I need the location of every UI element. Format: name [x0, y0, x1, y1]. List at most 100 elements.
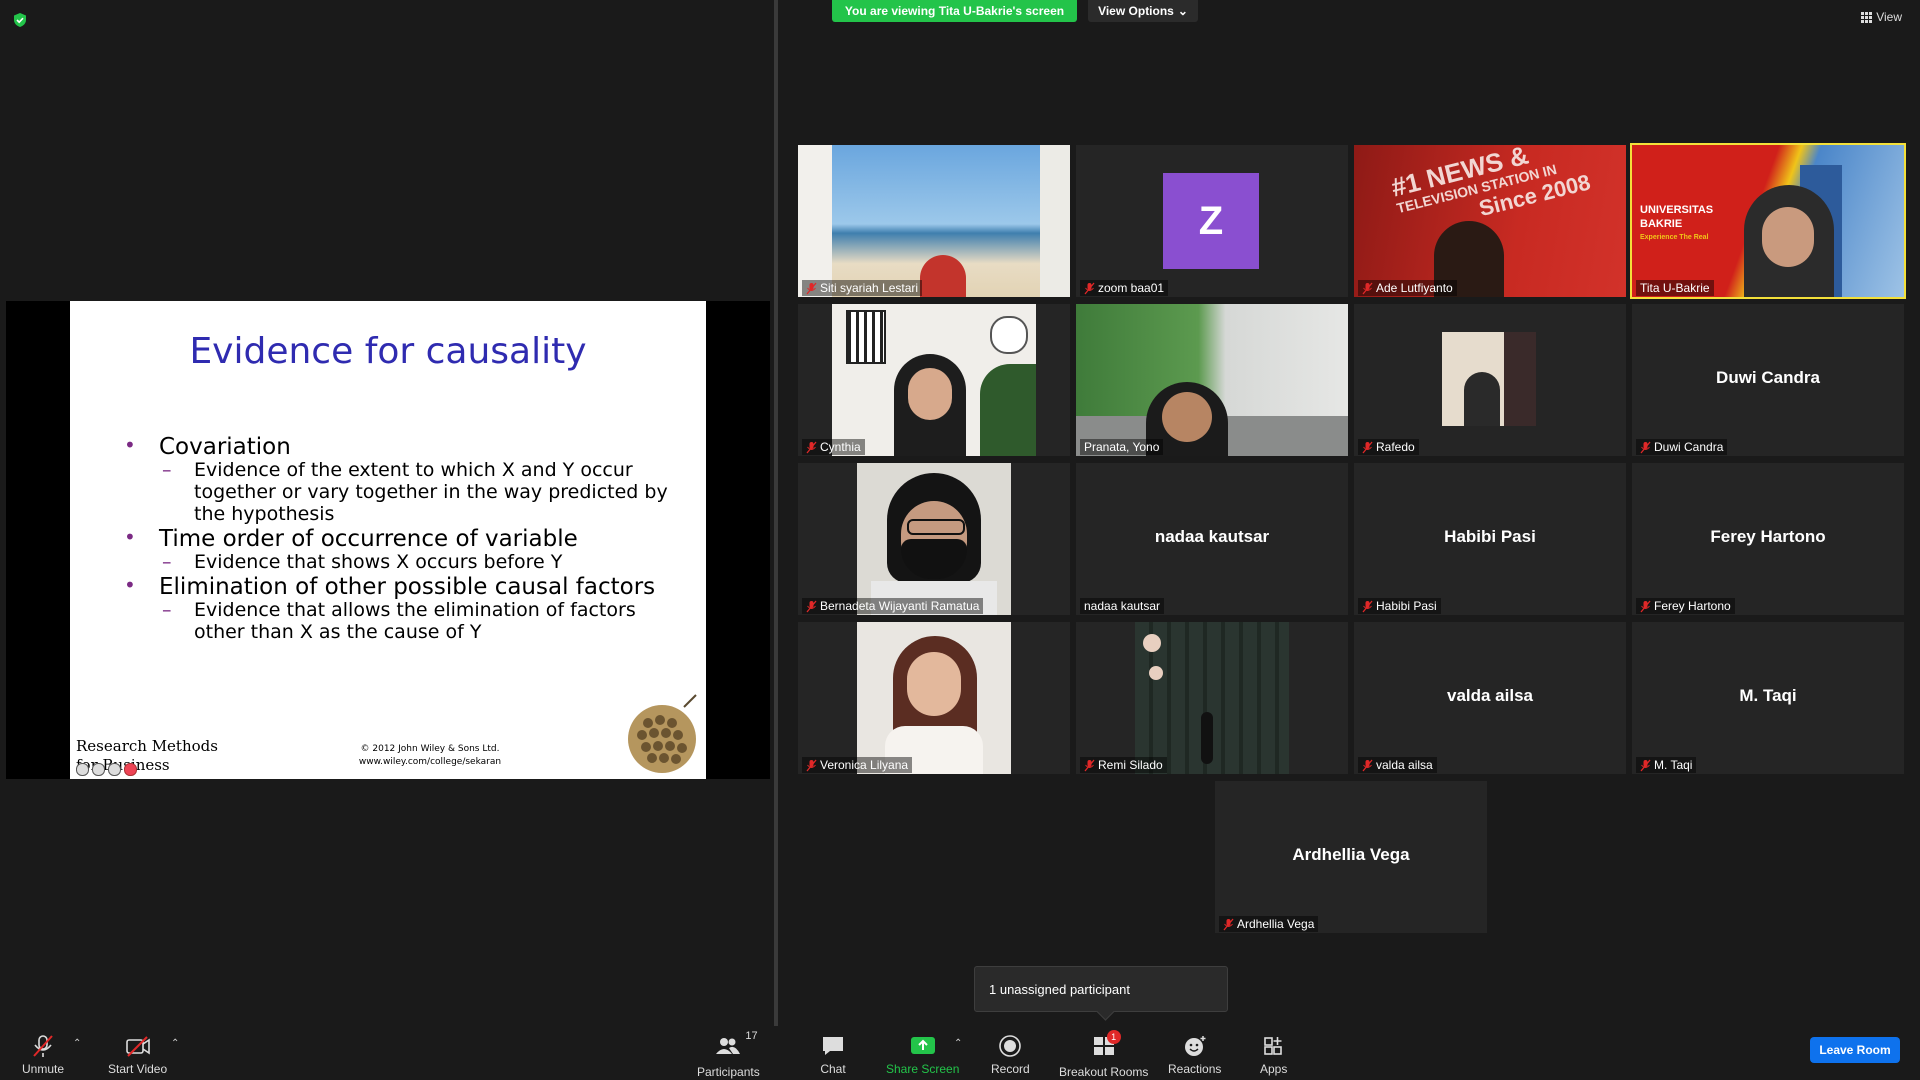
- participant-tile[interactable]: Veronica Lilyana: [798, 622, 1070, 774]
- wall-art: [846, 310, 886, 364]
- start-video-button[interactable]: Start Video: [108, 1034, 167, 1076]
- participants-button[interactable]: 17 Participants: [697, 1030, 760, 1079]
- participant-face: [1162, 392, 1212, 442]
- participant-name: nadaa kautsar: [1084, 599, 1161, 613]
- leave-room-button[interactable]: Leave Room: [1810, 1037, 1900, 1063]
- mic-muted-icon: [806, 600, 817, 612]
- annotate-icon[interactable]: [76, 763, 89, 776]
- participant-name-label: Cynthia: [802, 439, 865, 455]
- apps-button[interactable]: Apps: [1260, 1034, 1287, 1076]
- pen-icon[interactable]: [108, 763, 121, 776]
- view-label: View: [1876, 10, 1902, 24]
- participant-tile[interactable]: Siti syariah Lestari: [798, 145, 1070, 297]
- breakout-icon-wrap: 1: [1091, 1030, 1121, 1061]
- participant-display-name: Ardhellia Vega: [1292, 845, 1410, 864]
- record-button[interactable]: Record: [991, 1034, 1030, 1076]
- background-text-line: UNIVERSITAS: [1640, 204, 1714, 216]
- participant-tile[interactable]: nadaa kautsar nadaa kautsar: [1076, 463, 1348, 615]
- participant-tile[interactable]: valda ailsa valda ailsa: [1354, 622, 1626, 774]
- participant-tile[interactable]: Bernadeta Wijayanti Ramatua: [798, 463, 1070, 615]
- mic-muted-icon: [806, 759, 817, 771]
- mic-muted-icon: [1223, 918, 1234, 930]
- background-text-line: BAKRIE: [1640, 218, 1683, 230]
- chat-button[interactable]: Chat: [820, 1034, 846, 1076]
- background-text-line: Experience The Real: [1640, 234, 1709, 241]
- unassigned-participant-tooltip[interactable]: 1 unassigned participant: [974, 966, 1228, 1012]
- participant-display-name: Duwi Candra: [1716, 368, 1820, 387]
- view-layout-button[interactable]: View: [1861, 10, 1902, 24]
- participant-tile[interactable]: Z zoom baa01: [1076, 145, 1348, 297]
- participant-name-label: Bernadeta Wijayanti Ramatua: [802, 598, 984, 614]
- share-options-caret[interactable]: ⌃: [954, 1038, 962, 1049]
- participant-name: Pranata, Yono: [1084, 440, 1160, 454]
- participant-display-name: valda ailsa: [1446, 686, 1533, 705]
- mic-muted-icon: [1362, 759, 1373, 771]
- participant-tile-active-speaker[interactable]: UNIVERSITAS BAKRIE Experience The Real T…: [1630, 143, 1906, 299]
- participant-face: [1762, 207, 1814, 267]
- participant-name: Rafedo: [1376, 440, 1415, 454]
- meeting-toolbar: Unmute ⌃ Start Video ⌃ 17 Participants C…: [0, 1026, 1920, 1080]
- view-options-button[interactable]: View Options ⌄: [1088, 0, 1198, 22]
- clock-icon: [990, 316, 1028, 354]
- plant: [980, 364, 1036, 456]
- copyright-text: © 2012 John Wiley & Sons Ltd.: [360, 744, 500, 754]
- pointer-icon[interactable]: [92, 763, 105, 776]
- participant-name-label: Pranata, Yono: [1080, 439, 1164, 455]
- reactions-button[interactable]: Reactions: [1168, 1034, 1221, 1076]
- mic-muted-icon: [1640, 441, 1651, 453]
- audio-options-caret[interactable]: ⌃: [73, 1038, 81, 1049]
- participant-face: [908, 368, 952, 420]
- participant-tile[interactable]: Pranata, Yono: [1076, 304, 1348, 456]
- participant-tile[interactable]: Rafedo: [1354, 304, 1626, 456]
- mic-muted-icon: [806, 441, 817, 453]
- participant-tile[interactable]: Cynthia: [798, 304, 1070, 456]
- participant-tile[interactable]: #1 NEWS & TELEVISION STATION IN Since 20…: [1354, 145, 1626, 297]
- unmute-button[interactable]: Unmute: [22, 1034, 64, 1076]
- participant-name-label: zoom baa01: [1080, 280, 1169, 296]
- publisher-url: www.wiley.com/college/sekaran: [358, 757, 502, 767]
- participants-count: 17: [745, 1030, 758, 1042]
- security-shield-icon[interactable]: [12, 12, 28, 28]
- annotation-tools[interactable]: [76, 763, 137, 776]
- chat-label: Chat: [820, 1062, 846, 1076]
- participant-name: Duwi Candra: [1654, 440, 1724, 454]
- participant-tile[interactable]: Ardhellia Vega Ardhellia Vega: [1215, 781, 1487, 933]
- doorway: [1504, 332, 1536, 426]
- participant-name: Siti syariah Lestari: [820, 281, 919, 295]
- participant-name-label: Siti syariah Lestari: [802, 280, 923, 296]
- close-annotation-icon[interactable]: [124, 763, 137, 776]
- participant-tile[interactable]: M. Taqi M. Taqi: [1632, 622, 1904, 774]
- participant-name: Habibi Pasi: [1376, 599, 1437, 613]
- participant-tile[interactable]: Duwi Candra Duwi Candra: [1632, 304, 1904, 456]
- participant-name-label: Duwi Candra: [1636, 439, 1728, 455]
- presentation-slide: Evidence for causality Covariation Evide…: [70, 301, 706, 779]
- mic-muted-icon: [1362, 282, 1373, 294]
- breakout-rooms-label: Breakout Rooms: [1059, 1065, 1149, 1079]
- participant-name: Ferey Hartono: [1654, 599, 1731, 613]
- participant-figure: [1464, 372, 1500, 426]
- share-screen-button[interactable]: Share Screen: [886, 1034, 959, 1076]
- participant-tile[interactable]: Remi Silado: [1076, 622, 1348, 774]
- vase: [1201, 712, 1213, 764]
- mic-muted-icon: [1362, 600, 1373, 612]
- slide-bullets: Covariation Evidence of the extent to wh…: [124, 433, 684, 643]
- participant-name-label: Rafedo: [1358, 439, 1419, 455]
- participant-tile[interactable]: Habibi Pasi Habibi Pasi: [1354, 463, 1626, 615]
- participant-name: M. Taqi: [1654, 758, 1693, 772]
- breakout-rooms-button[interactable]: 1 Breakout Rooms: [1059, 1030, 1149, 1079]
- mic-muted-icon: [33, 1035, 53, 1057]
- participant-name-label: valda ailsa: [1358, 757, 1437, 773]
- participant-name: Veronica Lilyana: [820, 758, 909, 772]
- participant-display-name: nadaa kautsar: [1154, 527, 1270, 546]
- video-options-caret[interactable]: ⌃: [171, 1038, 179, 1049]
- mic-muted-icon: [1084, 759, 1095, 771]
- participant-name: Bernadeta Wijayanti Ramatua: [820, 599, 980, 613]
- split-divider[interactable]: [774, 0, 778, 1030]
- slide-footer-copyright: © 2012 John Wiley & Sons Ltd. www.wiley.…: [320, 743, 540, 769]
- video-feed: [1135, 622, 1289, 774]
- participant-tile[interactable]: Ferey Hartono Ferey Hartono: [1632, 463, 1904, 615]
- wasp-nest-image: [628, 694, 697, 773]
- mic-muted-icon: [1640, 600, 1651, 612]
- sub-bullet-item: Evidence that allows the elimination of …: [124, 599, 684, 643]
- curtain-left: [798, 145, 832, 297]
